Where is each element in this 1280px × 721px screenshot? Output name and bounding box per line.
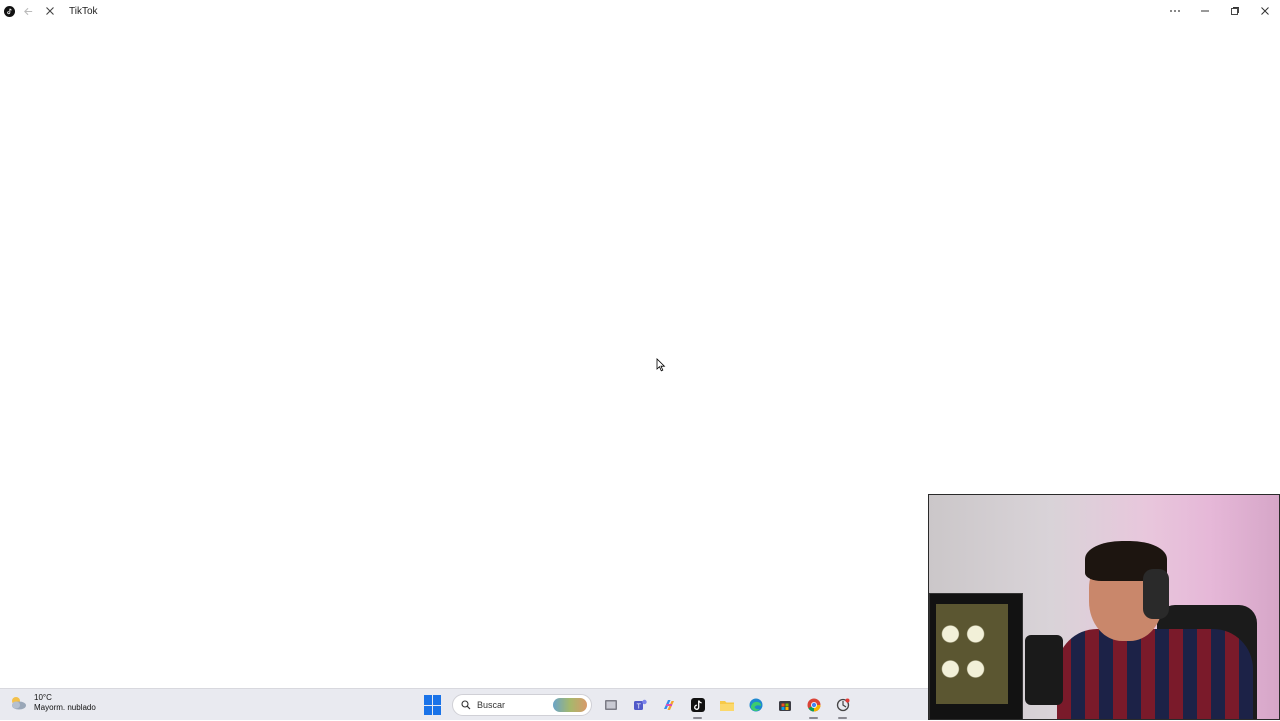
restore-button[interactable] <box>1220 0 1250 22</box>
pc-case <box>929 593 1023 719</box>
mouse-cursor-icon <box>656 358 666 377</box>
svg-text:T: T <box>636 703 641 710</box>
search-icon <box>461 700 471 710</box>
window-title: TikTok <box>69 5 98 17</box>
app-icon[interactable] <box>828 689 857 721</box>
search-box[interactable]: Buscar <box>452 694 592 716</box>
search-placeholder: Buscar <box>477 700 506 710</box>
tiktok-app-icon <box>4 5 15 17</box>
chrome-icon[interactable] <box>799 689 828 721</box>
microphone <box>1025 635 1063 705</box>
store-icon[interactable] <box>770 689 799 721</box>
edge-icon[interactable] <box>741 689 770 721</box>
tiktok-icon[interactable] <box>683 689 712 721</box>
minimize-button[interactable] <box>1190 0 1220 22</box>
weather-widget[interactable]: 10°C Mayorm. nublado <box>8 693 96 713</box>
teams-icon[interactable]: T <box>625 689 654 721</box>
file-explorer-icon[interactable] <box>712 689 741 721</box>
weather-description: Mayorm. nublado <box>34 703 96 712</box>
title-bar: TikTok <box>0 0 1280 22</box>
close-button[interactable] <box>1250 0 1280 22</box>
webcam-overlay <box>928 494 1280 720</box>
start-icon[interactable] <box>424 695 444 715</box>
task-view-icon[interactable] <box>596 689 625 721</box>
headphones <box>1143 569 1169 619</box>
taskbar: 10°C Mayorm. nublado Buscar T <box>0 688 928 720</box>
person-shirt <box>1057 629 1253 719</box>
cloudy-weather-icon <box>8 695 28 711</box>
back-icon[interactable] <box>19 2 37 20</box>
more-options-icon[interactable] <box>1160 0 1190 22</box>
stop-loading-icon[interactable] <box>41 2 59 20</box>
weather-temperature: 10°C <box>34 693 52 702</box>
copilot-icon[interactable] <box>654 689 683 721</box>
search-highlight-image <box>553 698 587 712</box>
